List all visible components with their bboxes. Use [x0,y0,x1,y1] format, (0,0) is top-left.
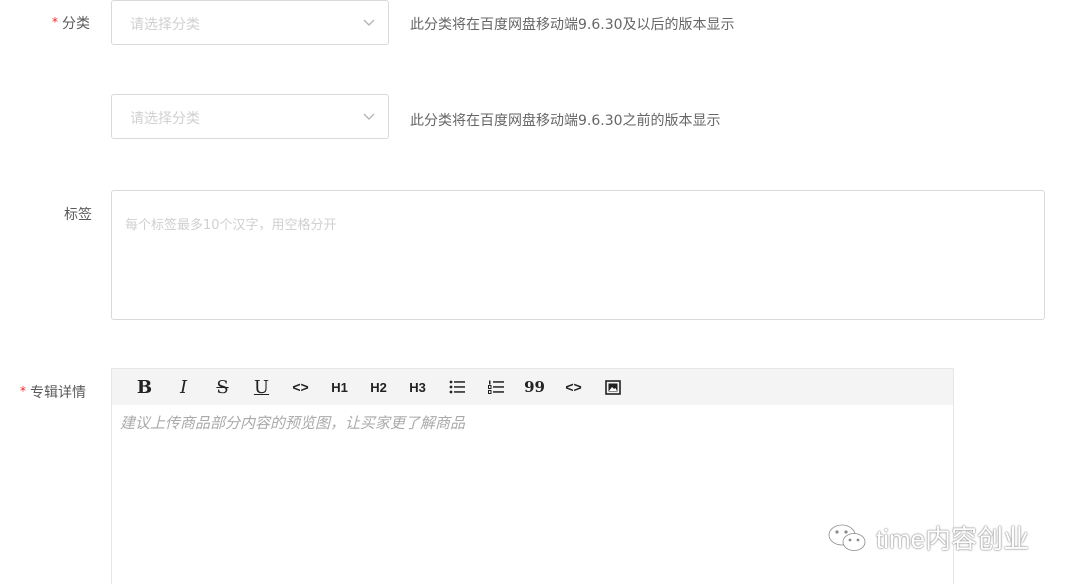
bullet-list-icon [449,380,465,394]
ordered-list-button[interactable] [476,369,515,405]
category-label: * 分类 [52,13,90,33]
tags-textarea[interactable]: 每个标签最多10个汉字，用空格分开 [111,190,1045,320]
quote-button[interactable]: 99 [515,369,554,405]
wechat-icon [827,523,866,551]
image-icon [604,379,621,395]
h2-button[interactable]: H2 [359,369,398,405]
form-page: * 分类 请选择分类 此分类将在百度网盘移动端9.6.30及以后的版本显示 请选择… [0,0,1080,584]
ordered-list-icon [487,380,504,394]
code-block-button[interactable]: <> [554,369,593,405]
strikethrough-button[interactable]: S [203,369,242,405]
category-select-placeholder: 请选择分类 [130,17,200,33]
underline-button[interactable]: U [242,369,281,405]
tags-label: 标签 [64,207,92,223]
required-mark: * [20,384,26,398]
h1-button[interactable]: H1 [320,369,359,405]
chevron-down-icon [363,19,375,26]
required-mark: * [52,15,58,29]
bold-button[interactable]: B [125,369,164,405]
category-primary-hint: 此分类将在百度网盘移动端9.6.30及以后的版本显示 [410,17,735,33]
italic-button[interactable]: I [164,369,203,405]
details-label-text: 专辑详情 [30,385,86,401]
editor-toolbar: B I S U <> H1 H2 H3 99 <> [112,369,953,405]
tags-placeholder: 每个标签最多10个汉字，用空格分开 [125,218,337,233]
category-label-text: 分类 [62,16,90,32]
code-button[interactable]: <> [281,369,320,405]
category-secondary-hint: 此分类将在百度网盘移动端9.6.30之前的版本显示 [410,113,721,129]
editor-placeholder: 建议上传商品部分内容的预览图，让买家更了解商品 [120,414,466,432]
category-select-secondary[interactable]: 请选择分类 [111,94,389,139]
image-button[interactable] [593,369,632,405]
details-label: * 专辑详情 [20,382,86,402]
watermark: time内容创业 [826,519,1029,556]
bullet-list-button[interactable] [437,369,476,405]
chevron-down-icon [363,113,375,120]
watermark-text: time内容创业 [876,524,1030,554]
category-select-placeholder: 请选择分类 [130,111,200,127]
category-select-primary[interactable]: 请选择分类 [111,0,389,45]
h3-button[interactable]: H3 [398,369,437,405]
